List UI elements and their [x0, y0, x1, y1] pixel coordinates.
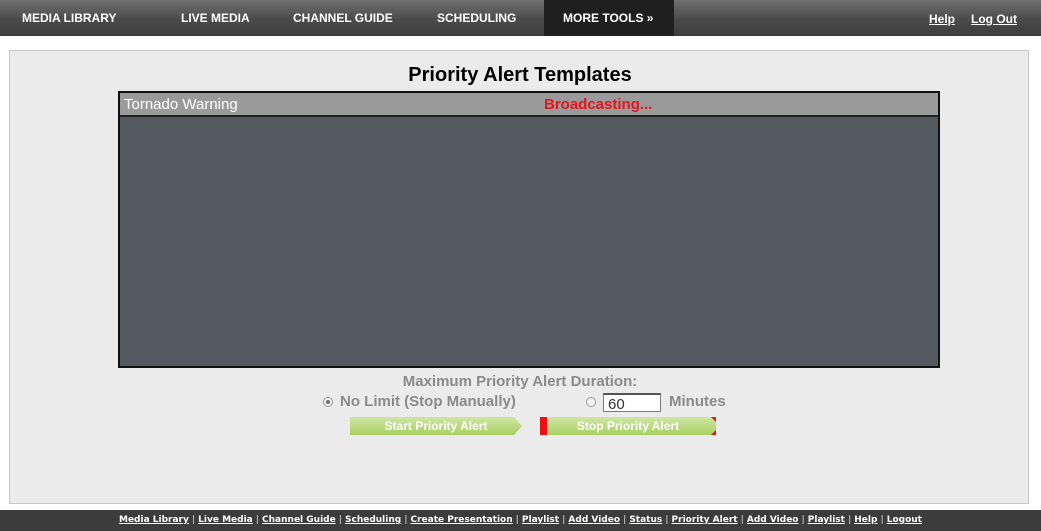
separator: |: [515, 515, 519, 525]
minutes-label: Minutes: [669, 393, 726, 410]
duration-label: Maximum Priority Alert Duration:: [402, 373, 638, 390]
template-row[interactable]: Tornado Warning Broadcasting...: [120, 93, 938, 117]
stop-button-label: Stop Priority Alert: [576, 419, 680, 433]
footer-link-playlist-2[interactable]: Playlist: [808, 515, 845, 525]
separator: |: [255, 515, 260, 525]
separator: |: [665, 515, 669, 525]
broadcasting-status: Broadcasting...: [544, 96, 653, 113]
template-name: Tornado Warning: [124, 96, 238, 113]
footer-link-scheduling[interactable]: Scheduling: [345, 515, 401, 525]
separator: |: [562, 515, 566, 525]
footer-link-playlist[interactable]: Playlist: [522, 515, 559, 525]
footer-link-live-media[interactable]: Live Media: [198, 515, 253, 525]
stop-priority-alert-button[interactable]: Stop Priority Alert: [540, 417, 716, 435]
separator: |: [623, 515, 627, 525]
no-limit-radio[interactable]: [323, 397, 333, 407]
nav-media-library[interactable]: MEDIA LIBRARY: [22, 0, 116, 36]
help-link[interactable]: Help: [929, 0, 955, 36]
minutes-input[interactable]: [603, 393, 661, 412]
start-priority-alert-button[interactable]: Start Priority Alert: [350, 417, 522, 435]
main-panel: Priority Alert Templates Tornado Warning…: [9, 50, 1029, 504]
page-title: Priority Alert Templates: [408, 64, 632, 86]
footer-link-status[interactable]: Status: [629, 515, 662, 525]
separator: |: [847, 515, 852, 525]
nav-live-media[interactable]: LIVE MEDIA: [181, 0, 250, 36]
stop-indicator: [540, 417, 547, 435]
separator: |: [880, 515, 884, 525]
nav-more-tools[interactable]: MORE TOOLS »: [544, 0, 674, 36]
footer-link-create-presentation[interactable]: Create Presentation: [411, 515, 513, 525]
footer-link-channel-guide[interactable]: Channel Guide: [262, 515, 336, 525]
logout-link[interactable]: Log Out: [971, 0, 1017, 36]
separator: |: [404, 515, 408, 525]
separator: |: [801, 515, 805, 525]
nav-scheduling[interactable]: SCHEDULING: [437, 0, 516, 36]
footer-link-media-library[interactable]: Media Library: [119, 515, 189, 525]
footer-links: Media Library | Live Media | Channel Guide | S…: [0, 510, 1041, 531]
start-button-label: Start Priority Alert: [384, 419, 488, 433]
separator: |: [338, 515, 342, 525]
footer-link-add-video[interactable]: Add Video: [568, 515, 620, 525]
separator: |: [740, 515, 744, 525]
nav-channel-guide[interactable]: CHANNEL GUIDE: [293, 0, 393, 36]
footer-link-help[interactable]: Help: [854, 515, 877, 525]
minutes-radio[interactable]: [586, 397, 596, 407]
template-list[interactable]: Tornado Warning Broadcasting...: [118, 91, 940, 368]
stop-corner-top: [711, 417, 716, 422]
top-navigation-bar: MEDIA LIBRARY LIVE MEDIA CHANNEL GUIDE S…: [0, 0, 1041, 36]
separator: |: [191, 515, 196, 525]
footer-link-logout[interactable]: Logout: [887, 515, 922, 525]
footer-link-priority-alert[interactable]: Priority Alert: [672, 515, 738, 525]
stop-corner-bottom: [711, 430, 716, 435]
no-limit-label: No Limit (Stop Manually): [340, 393, 516, 410]
footer-link-add-video-2[interactable]: Add Video: [747, 515, 799, 525]
